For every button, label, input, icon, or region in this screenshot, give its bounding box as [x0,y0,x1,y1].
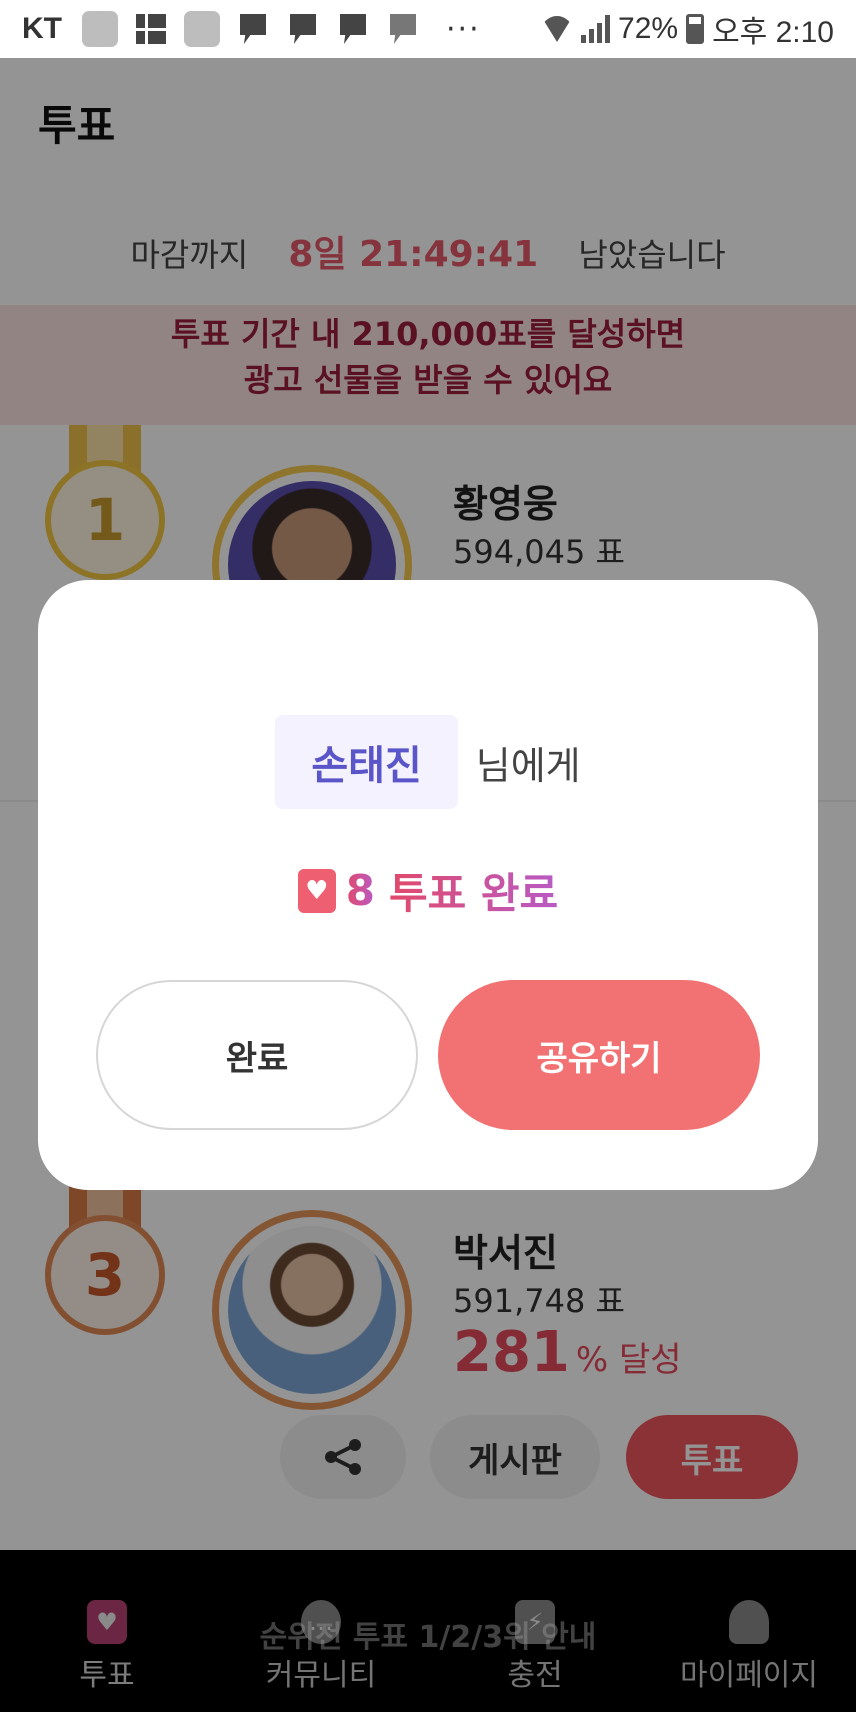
clock: 오후 2:10 [712,16,834,49]
more-notifications-icon: ··· [446,11,481,47]
recipient-line: 손태진 님에게 [38,715,818,809]
recipient-suffix: 님에게 [475,743,581,788]
signal-icon [581,15,611,43]
calendar-notification-icon [136,14,166,44]
app-notification-icon [82,11,118,47]
message-notification-icon [290,14,316,44]
heart-icon: ♥ [297,868,336,913]
message-notification-icon [340,14,366,44]
battery-percent: 72% [618,12,679,45]
app-notification-icon [184,11,220,47]
vote-complete-dialog: 손태진 님에게 ♥ 8 투표 완료 완료 공유하기 [38,580,818,1190]
share-button[interactable]: 공유하기 [438,980,760,1130]
wifi-icon [541,16,574,42]
vote-result-text: 투표 완료 [389,860,558,921]
status-bar: KT ··· 72% 오후 2:10 [0,0,856,58]
carrier-label: KT [22,12,62,45]
done-button[interactable]: 완료 [96,980,418,1130]
vote-result-count: 8 [345,866,376,915]
vote-result: ♥ 8 투표 완료 [38,860,818,921]
message-notification-icon [240,14,266,44]
recipient-name: 손태진 [275,715,458,809]
app-notification-icon [390,14,416,44]
battery-icon [686,14,705,44]
